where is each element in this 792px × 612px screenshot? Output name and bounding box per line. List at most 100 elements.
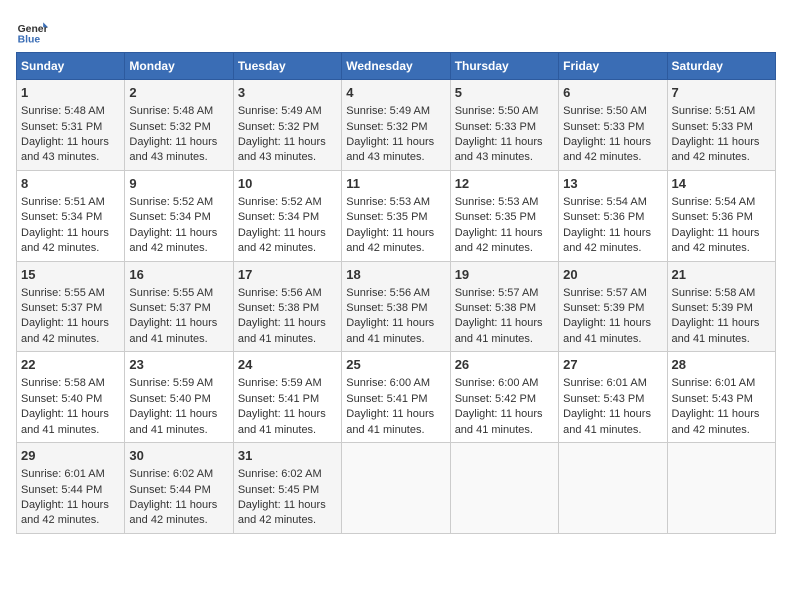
day-info-line: Sunrise: 5:55 AM [21, 286, 120, 301]
day-info-line: Daylight: 11 hours [21, 316, 120, 331]
day-info-line: Sunrise: 5:48 AM [21, 104, 120, 119]
day-info-line: Sunset: 5:33 PM [672, 120, 771, 135]
calendar-cell: 6Sunrise: 5:50 AMSunset: 5:33 PMDaylight… [559, 80, 667, 171]
calendar-cell: 16Sunrise: 5:55 AMSunset: 5:37 PMDayligh… [125, 261, 233, 352]
logo: General Blue [16, 16, 48, 48]
day-info-line: and 41 minutes. [129, 423, 228, 438]
calendar-cell [450, 443, 558, 534]
day-info-line: and 42 minutes. [129, 241, 228, 256]
day-number: 25 [346, 356, 445, 374]
calendar-table: SundayMondayTuesdayWednesdayThursdayFrid… [16, 52, 776, 534]
day-info-line: Sunrise: 6:02 AM [129, 467, 228, 482]
day-info-line: Sunset: 5:41 PM [346, 392, 445, 407]
day-info-line: Daylight: 11 hours [129, 316, 228, 331]
day-info-line: Sunset: 5:37 PM [129, 301, 228, 316]
day-info-line: Sunrise: 5:57 AM [563, 286, 662, 301]
calendar-week-row: 8Sunrise: 5:51 AMSunset: 5:34 PMDaylight… [17, 170, 776, 261]
day-info-line: Sunrise: 5:59 AM [238, 376, 337, 391]
calendar-cell: 27Sunrise: 6:01 AMSunset: 5:43 PMDayligh… [559, 352, 667, 443]
day-info-line: Sunrise: 5:51 AM [21, 195, 120, 210]
day-number: 4 [346, 84, 445, 102]
day-info-line: Sunset: 5:39 PM [672, 301, 771, 316]
day-info-line: Daylight: 11 hours [238, 498, 337, 513]
header-day: Friday [559, 53, 667, 80]
calendar-cell: 26Sunrise: 6:00 AMSunset: 5:42 PMDayligh… [450, 352, 558, 443]
day-info-line: Sunrise: 5:53 AM [346, 195, 445, 210]
day-info-line: Sunset: 5:33 PM [455, 120, 554, 135]
day-number: 24 [238, 356, 337, 374]
day-number: 14 [672, 175, 771, 193]
day-info-line: Daylight: 11 hours [21, 226, 120, 241]
day-number: 23 [129, 356, 228, 374]
day-info-line: Sunrise: 5:50 AM [455, 104, 554, 119]
calendar-week-row: 15Sunrise: 5:55 AMSunset: 5:37 PMDayligh… [17, 261, 776, 352]
day-info-line: Sunrise: 5:57 AM [455, 286, 554, 301]
day-info-line: and 41 minutes. [563, 332, 662, 347]
calendar-cell: 21Sunrise: 5:58 AMSunset: 5:39 PMDayligh… [667, 261, 775, 352]
day-info-line: Sunrise: 6:02 AM [238, 467, 337, 482]
day-info-line: and 43 minutes. [455, 150, 554, 165]
day-info-line: Sunset: 5:38 PM [346, 301, 445, 316]
day-number: 19 [455, 266, 554, 284]
day-info-line: Daylight: 11 hours [346, 226, 445, 241]
day-info-line: and 42 minutes. [238, 513, 337, 528]
day-info-line: Sunset: 5:45 PM [238, 483, 337, 498]
day-info-line: Sunrise: 5:49 AM [346, 104, 445, 119]
day-info-line: Sunrise: 5:52 AM [129, 195, 228, 210]
day-info-line: Daylight: 11 hours [238, 226, 337, 241]
day-info-line: Sunset: 5:34 PM [129, 210, 228, 225]
day-info-line: and 41 minutes. [455, 423, 554, 438]
day-number: 28 [672, 356, 771, 374]
day-info-line: Sunrise: 6:00 AM [455, 376, 554, 391]
day-info-line: Sunset: 5:43 PM [563, 392, 662, 407]
calendar-cell: 29Sunrise: 6:01 AMSunset: 5:44 PMDayligh… [17, 443, 125, 534]
calendar-cell: 19 Sunrise: 5:57 AMSunset: 5:38 PMDayligh… [450, 261, 558, 352]
day-info-line: Daylight: 11 hours [455, 316, 554, 331]
day-number: 22 [21, 356, 120, 374]
header-day: Sunday [17, 53, 125, 80]
day-info-line: Daylight: 11 hours [129, 226, 228, 241]
calendar-cell: 22Sunrise: 5:58 AMSunset: 5:40 PMDayligh… [17, 352, 125, 443]
header-day: Thursday [450, 53, 558, 80]
day-info-line: Sunset: 5:44 PM [129, 483, 228, 498]
day-info-line: Sunrise: 5:50 AM [563, 104, 662, 119]
day-info-line: Sunset: 5:40 PM [21, 392, 120, 407]
day-info-line: and 41 minutes. [21, 423, 120, 438]
calendar-week-row: 1Sunrise: 5:48 AMSunset: 5:31 PMDaylight… [17, 80, 776, 171]
day-info-line: Sunrise: 5:52 AM [238, 195, 337, 210]
day-number: 21 [672, 266, 771, 284]
day-info-line: Sunrise: 5:56 AM [346, 286, 445, 301]
calendar-cell: 14Sunrise: 5:54 AMSunset: 5:36 PMDayligh… [667, 170, 775, 261]
header-day: Wednesday [342, 53, 450, 80]
day-info-line: Sunset: 5:38 PM [455, 301, 554, 316]
day-number: 15 [21, 266, 120, 284]
day-info-line: Sunset: 5:34 PM [238, 210, 337, 225]
day-number: 2 [129, 84, 228, 102]
svg-text:Blue: Blue [18, 34, 41, 45]
day-info-line: and 41 minutes. [129, 332, 228, 347]
day-info-line: and 41 minutes. [455, 332, 554, 347]
day-number: 20 [563, 266, 662, 284]
day-info-line: Daylight: 11 hours [563, 135, 662, 150]
day-info-line: Daylight: 11 hours [238, 135, 337, 150]
calendar-cell [559, 443, 667, 534]
day-info-line: Sunrise: 5:58 AM [21, 376, 120, 391]
day-info-line: Sunset: 5:37 PM [21, 301, 120, 316]
day-info-line: Daylight: 11 hours [346, 135, 445, 150]
day-info-line: Daylight: 11 hours [455, 226, 554, 241]
day-info-line: and 41 minutes. [238, 423, 337, 438]
day-info-line: and 42 minutes. [21, 241, 120, 256]
calendar-cell: 10Sunrise: 5:52 AMSunset: 5:34 PMDayligh… [233, 170, 341, 261]
header-day: Monday [125, 53, 233, 80]
day-info-line: Daylight: 11 hours [455, 135, 554, 150]
day-info-line: Daylight: 11 hours [129, 135, 228, 150]
calendar-cell: 3Sunrise: 5:49 AMSunset: 5:32 PMDaylight… [233, 80, 341, 171]
header-row: SundayMondayTuesdayWednesdayThursdayFrid… [17, 53, 776, 80]
day-info-line: and 42 minutes. [455, 241, 554, 256]
calendar-cell [342, 443, 450, 534]
day-number: 31 [238, 447, 337, 465]
day-number: 18 [346, 266, 445, 284]
day-info-line: and 42 minutes. [238, 241, 337, 256]
day-number: 29 [21, 447, 120, 465]
day-info-line: Sunset: 5:42 PM [455, 392, 554, 407]
